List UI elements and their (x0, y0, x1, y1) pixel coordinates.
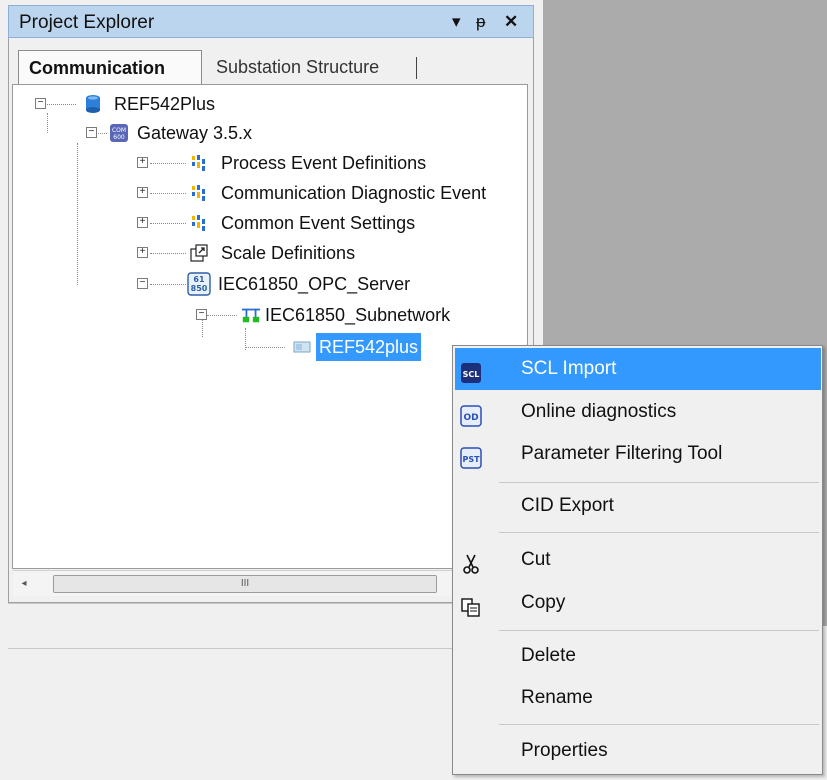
event-definitions-icon (192, 185, 205, 201)
database-icon (86, 95, 100, 113)
event-definitions-icon (192, 215, 205, 231)
svg-text:OD: OD (463, 413, 478, 423)
svg-text:600: 600 (113, 134, 125, 141)
project-tree: − − + + + + − − REF542Plus COM 600 Gatew… (12, 84, 528, 569)
com600-icon: COM 600 (110, 124, 128, 142)
tree-connector (150, 223, 186, 224)
tree-node-label: Communication Diagnostic Event (221, 183, 487, 203)
scale-icon (190, 244, 208, 262)
menu-separator (499, 630, 819, 631)
menu-item-properties[interactable]: Properties (455, 730, 821, 772)
horizontal-scrollbar[interactable]: ◂ III ▸ (13, 570, 528, 596)
tree-node-label: Gateway 3.5.x (137, 123, 253, 143)
network-icon (241, 308, 261, 323)
tree-node-label: REF542Plus (114, 94, 216, 114)
menu-item-copy[interactable]: Copy (455, 582, 821, 624)
tab-separator (416, 57, 417, 79)
menu-item-online-diagnostics[interactable]: OD Online diagnostics (455, 391, 821, 433)
tree-connector (202, 319, 203, 337)
menu-item-label: SCL Import (521, 358, 617, 379)
tab-substation-structure[interactable]: Substation Structure (206, 50, 420, 84)
tree-connector (41, 104, 76, 105)
root: Project Explorer ▾ ᵽ ✕ Communication Sub… (0, 0, 827, 780)
scrollbar-thumb[interactable]: III (53, 575, 437, 593)
pst-icon: PST (460, 443, 482, 469)
tree-connector (150, 193, 186, 194)
context-menu: SCL SCL Import OD Online diagnostics PST… (452, 345, 823, 775)
tree-node-label: REF542plus (316, 333, 422, 361)
tree-node-label: Scale Definitions (221, 243, 356, 263)
expand-toggle[interactable]: + (137, 157, 148, 168)
panel-title: Project Explorer (19, 12, 155, 33)
menu-item-label: Delete (521, 645, 576, 666)
menu-item-scl-import[interactable]: SCL SCL Import (455, 348, 821, 390)
copy-icon (460, 592, 482, 617)
collapse-toggle[interactable]: − (196, 309, 207, 320)
tree-connector (150, 163, 186, 164)
collapse-toggle[interactable]: − (137, 278, 148, 289)
expand-toggle[interactable]: + (137, 217, 148, 228)
menu-item-label: Properties (521, 740, 608, 761)
menu-separator (499, 482, 819, 483)
tab-communication[interactable]: Communication (18, 50, 202, 84)
device-icon (293, 341, 311, 353)
scl-icon: SCL (460, 358, 482, 383)
menu-separator (499, 532, 819, 533)
expand-toggle[interactable]: + (137, 187, 148, 198)
collapse-toggle[interactable]: − (35, 98, 46, 109)
tree-connector (150, 253, 186, 254)
menu-item-label: Cut (521, 549, 551, 570)
menu-item-delete[interactable]: Delete (455, 635, 821, 677)
tree-node-label: IEC61850_Subnetwork (265, 305, 451, 325)
panel-title-bar: Project Explorer ▾ ᵽ ✕ (8, 5, 534, 38)
expand-toggle[interactable]: + (137, 247, 148, 258)
menu-item-label: CID Export (521, 495, 614, 516)
menu-item-cut[interactable]: Cut (455, 539, 821, 581)
pin-icon[interactable]: ᵽ (476, 13, 485, 31)
menu-item-label: Online diagnostics (521, 401, 677, 422)
tree-connector (77, 143, 78, 285)
scroll-left-icon[interactable]: ◂ (13, 571, 35, 597)
svg-text:COM: COM (112, 127, 126, 134)
tree-connector (47, 113, 48, 133)
menu-separator (499, 724, 819, 725)
svg-text:PST: PST (462, 455, 480, 464)
tree-node-label: Common Event Settings (221, 213, 416, 233)
tree-node-label: Process Event Definitions (221, 153, 427, 173)
svg-text:SCL: SCL (463, 370, 480, 379)
menu-item-rename[interactable]: Rename (455, 677, 821, 719)
menu-item-cid-export[interactable]: CID Export (455, 485, 821, 527)
dropdown-icon[interactable]: ▾ (452, 13, 461, 31)
tree-connector (245, 347, 285, 348)
tree-connector (150, 284, 186, 285)
iec61850-icon: 61 850 (187, 272, 211, 296)
menu-item-label: Copy (521, 592, 566, 613)
svg-text:61: 61 (193, 275, 205, 284)
tree-node-label: IEC61850_OPC_Server (218, 274, 411, 294)
od-icon: OD (460, 401, 482, 427)
menu-item-parameter-filtering-tool[interactable]: PST Parameter Filtering Tool (455, 433, 821, 475)
event-definitions-icon (192, 155, 205, 171)
collapse-toggle[interactable]: − (86, 127, 97, 138)
tree-connector (207, 315, 237, 316)
menu-item-label: Rename (521, 687, 593, 708)
menu-item-label: Parameter Filtering Tool (521, 443, 723, 464)
svg-text:850: 850 (191, 284, 208, 293)
close-icon[interactable]: ✕ (504, 13, 518, 31)
scissors-icon (460, 549, 482, 574)
